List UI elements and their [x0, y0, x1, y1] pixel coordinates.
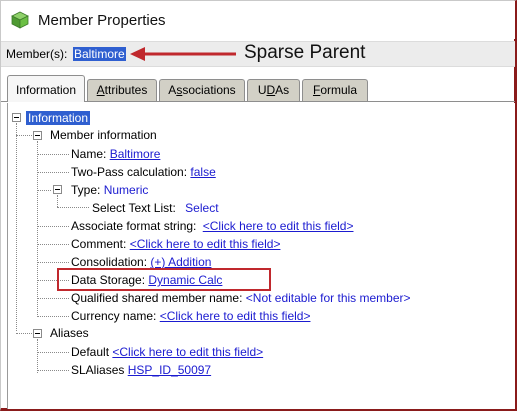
- default-alias-link[interactable]: <Click here to edit this field>: [112, 345, 263, 359]
- member-value[interactable]: Baltimore: [73, 47, 126, 61]
- tree-root[interactable]: Information: [26, 110, 91, 126]
- tab-label-rest: ormula: [320, 83, 358, 97]
- select-text-value[interactable]: Select: [185, 201, 218, 215]
- tree-line: [37, 352, 69, 353]
- tab-label-rest: sociations: [182, 83, 236, 97]
- node-aliases[interactable]: Aliases: [50, 325, 89, 341]
- prop-label: Select Text List:: [92, 201, 176, 215]
- tab-label-rest: As: [275, 83, 290, 97]
- node-format-string: Associate format string: <Click here to …: [71, 218, 353, 234]
- prop-label: Two-Pass calculation:: [71, 165, 188, 179]
- tab-udas[interactable]: UDAs: [247, 79, 300, 101]
- type-value[interactable]: Numeric: [104, 183, 149, 197]
- annotation-arrow-icon: [130, 47, 236, 61]
- tree-line: [37, 339, 38, 373]
- tree-line: [37, 226, 69, 227]
- prop-label: Currency name:: [71, 309, 157, 323]
- member-label: Member(s):: [6, 47, 68, 61]
- format-value-link[interactable]: <Click here to edit this field>: [203, 219, 354, 233]
- tab-label-rest: ttributes: [104, 83, 148, 97]
- name-value-link[interactable]: Baltimore: [110, 147, 161, 161]
- tree-line: [16, 333, 32, 334]
- shared-value: <Not editable for this member>: [245, 291, 411, 305]
- tree-line: [37, 154, 69, 155]
- member-bar: Member(s): Baltimore Sparse Parent: [1, 41, 515, 67]
- node-label: Aliases: [50, 326, 89, 340]
- tree-line: [37, 298, 69, 299]
- tree-line: [37, 244, 69, 245]
- collapse-toggle-icon[interactable]: [53, 185, 62, 194]
- annotation-label: Sparse Parent: [244, 42, 366, 63]
- tree-line: [37, 190, 51, 191]
- tab-information[interactable]: Information: [7, 75, 85, 102]
- cube-icon: [11, 11, 29, 29]
- sla-alias-link[interactable]: HSP_ID_50097: [128, 363, 211, 377]
- tab-associations[interactable]: Associations: [159, 79, 245, 101]
- property-tree: Information Member information Name: Bal…: [7, 103, 515, 409]
- node-two-pass: Two-Pass calculation: false: [71, 164, 216, 180]
- node-label: Member information: [50, 128, 157, 142]
- data-storage-highlight-box: [57, 268, 271, 291]
- prop-label: Type:: [71, 183, 101, 197]
- prop-label: Qualified shared member name:: [71, 291, 243, 305]
- tab-mnemonic: A: [96, 83, 105, 97]
- tree-line: [37, 141, 38, 317]
- tree-line: [57, 207, 89, 208]
- node-select-text-list: Select Text List: Select: [92, 200, 219, 216]
- node-shared-member: Qualified shared member name: <Not edita…: [71, 290, 411, 306]
- two-pass-value-link[interactable]: false: [190, 165, 215, 179]
- comment-value-link[interactable]: <Click here to edit this field>: [130, 237, 281, 251]
- tab-strip: Information Attributes Associations UDAs…: [1, 73, 515, 103]
- node-alias-sla: SLAliases HSP_ID_50097: [71, 362, 211, 378]
- prop-label: Name:: [71, 147, 107, 161]
- tree-line: [57, 195, 58, 207]
- node-member-information[interactable]: Member information: [50, 127, 157, 143]
- window-title: Member Properties: [38, 11, 166, 29]
- prop-label: Associate format string:: [71, 219, 197, 233]
- member-properties-window: Member Properties Member(s): Baltimore S…: [0, 0, 517, 411]
- prop-label: SLAliases: [71, 363, 125, 377]
- tree-line: [37, 172, 69, 173]
- tree-line: [37, 370, 69, 371]
- tab-label: Information: [15, 83, 77, 97]
- title-bar: Member Properties: [1, 1, 515, 39]
- prop-label: Default: [71, 345, 110, 359]
- currency-value-link[interactable]: <Click here to edit this field>: [160, 309, 311, 323]
- node-currency: Currency name: <Click here to edit this …: [71, 308, 310, 324]
- tree-line: [37, 262, 69, 263]
- tab-attributes[interactable]: Attributes: [87, 79, 157, 101]
- consolidation-value-link[interactable]: (+) Addition: [150, 255, 211, 269]
- collapse-toggle-icon[interactable]: [12, 113, 21, 122]
- tree-line: [37, 316, 69, 317]
- tab-formula[interactable]: Formula: [302, 79, 368, 101]
- node-name: Name: Baltimore: [71, 146, 160, 162]
- node-comment: Comment: <Click here to edit this field>: [71, 236, 280, 252]
- prop-label: Consolidation:: [71, 255, 148, 269]
- node-type: Type: Numeric: [71, 182, 148, 198]
- tab-mnemonic: D: [266, 83, 276, 97]
- prop-label: Comment:: [71, 237, 127, 251]
- collapse-toggle-icon[interactable]: [33, 329, 42, 338]
- tree-line: [16, 135, 32, 136]
- tree-line: [16, 123, 17, 331]
- tree-root-label: Information: [26, 111, 91, 125]
- node-alias-default: Default <Click here to edit this field>: [71, 344, 263, 360]
- collapse-toggle-icon[interactable]: [33, 131, 42, 140]
